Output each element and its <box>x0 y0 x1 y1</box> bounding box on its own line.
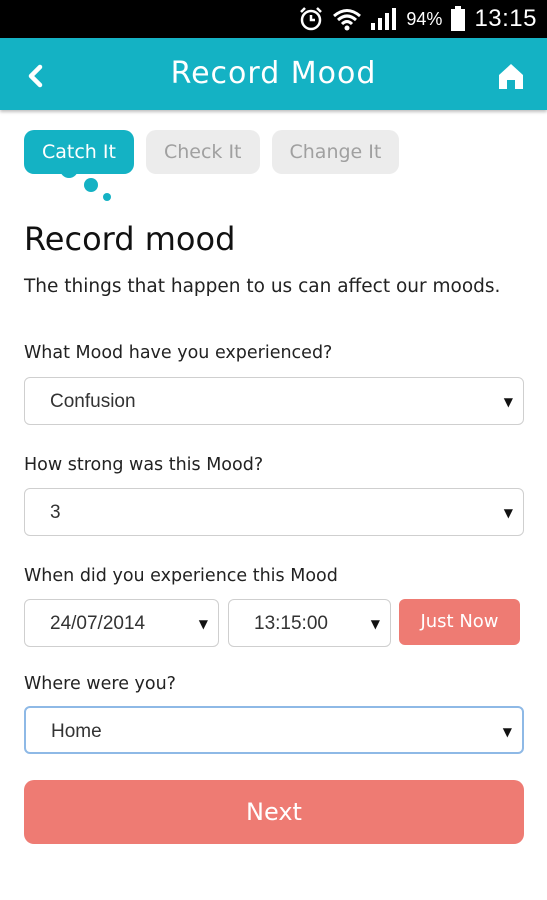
thought-bubble-tail <box>60 168 78 178</box>
tab-change-it[interactable]: Change It <box>271 130 400 174</box>
strength-label: How strong was this Mood? <box>24 455 264 475</box>
alarm-icon <box>298 6 324 32</box>
battery-icon <box>450 6 466 32</box>
status-bar: 94% 13:15 <box>0 0 547 38</box>
thought-bubble-dot-large <box>84 178 98 192</box>
home-button[interactable] <box>493 58 529 94</box>
strength-value: 3 <box>50 502 61 523</box>
app-title: Record Mood <box>170 56 377 91</box>
mood-label: What Mood have you experienced? <box>24 343 333 363</box>
where-select[interactable]: Home ▼ <box>24 706 524 754</box>
signal-icon <box>370 7 398 31</box>
tab-catch-it[interactable]: Catch It <box>24 130 134 174</box>
home-icon <box>499 64 523 89</box>
mood-value: Confusion <box>50 391 136 412</box>
next-button[interactable]: Next <box>24 780 524 844</box>
mood-select[interactable]: Confusion ▼ <box>24 377 524 425</box>
thought-bubble-dot-small <box>103 193 111 201</box>
time-select[interactable]: 13:15:00 ▼ <box>228 599 391 647</box>
date-value: 24/07/2014 <box>50 613 146 634</box>
dropdown-arrow-icon: ▼ <box>370 617 380 631</box>
page-title: Record mood <box>24 220 236 258</box>
dropdown-arrow-icon: ▼ <box>198 617 208 631</box>
dropdown-arrow-icon: ▼ <box>503 506 513 520</box>
when-label: When did you experience this Mood <box>24 566 338 586</box>
date-select[interactable]: 24/07/2014 ▼ <box>24 599 219 647</box>
dropdown-arrow-icon: ▼ <box>503 395 513 409</box>
app-bar: Record Mood <box>0 38 547 110</box>
just-now-button[interactable]: Just Now <box>399 599 520 645</box>
wifi-icon <box>332 7 362 31</box>
page-intro: The things that happen to us can affect … <box>24 276 501 297</box>
where-label: Where were you? <box>24 674 176 694</box>
battery-percent: 94% <box>406 8 443 29</box>
status-time: 13:15 <box>474 5 537 32</box>
dropdown-arrow-icon: ▼ <box>502 725 512 739</box>
step-tabs: Catch It Check It Change It <box>24 130 400 174</box>
where-value: Home <box>51 721 102 742</box>
time-value: 13:15:00 <box>254 613 328 634</box>
strength-select[interactable]: 3 ▼ <box>24 488 524 536</box>
tab-check-it[interactable]: Check It <box>145 130 260 174</box>
